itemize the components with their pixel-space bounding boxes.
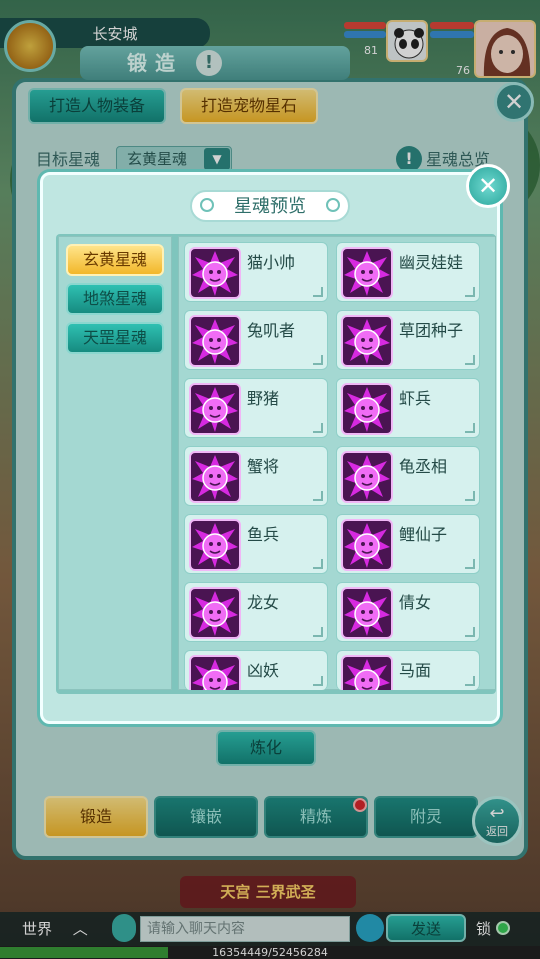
soul-portrait-icon (341, 315, 393, 367)
soul-name: 倩女 (399, 593, 432, 612)
soul-portrait-icon (189, 315, 241, 367)
dialog-close-button[interactable]: ✕ (466, 164, 510, 208)
soul-card[interactable]: 猫小帅 (184, 242, 328, 302)
soul-portrait-icon (341, 655, 393, 690)
soul-card[interactable]: 虾兵 (336, 378, 480, 438)
soul-card[interactable]: 马面 (336, 650, 480, 690)
card-corner-decor (465, 287, 475, 297)
soul-name: 鲤仙子 (399, 525, 448, 544)
card-corner-decor (465, 355, 475, 365)
soul-portrait-icon (341, 587, 393, 639)
soul-card[interactable]: 兔叽者 (184, 310, 328, 370)
card-corner-decor (465, 491, 475, 501)
card-corner-decor (465, 423, 475, 433)
soul-portrait-icon (189, 519, 241, 571)
category-xuanhuang[interactable]: 玄黄星魂 (66, 244, 164, 276)
soul-name: 兔叽者 (247, 321, 296, 340)
soul-name: 凶妖 (247, 661, 280, 680)
soul-name: 龟丞相 (399, 457, 448, 476)
soul-name: 幽灵娃娃 (399, 253, 464, 272)
soul-card[interactable]: 倩女 (336, 582, 480, 642)
soul-card[interactable]: 龟丞相 (336, 446, 480, 506)
card-corner-decor (465, 559, 475, 569)
swirl-icon (200, 198, 214, 212)
soul-card[interactable]: 凶妖 (184, 650, 328, 690)
card-corner-decor (313, 423, 323, 433)
soul-portrait-icon (189, 451, 241, 503)
soul-portrait-icon (189, 655, 241, 690)
card-corner-decor (313, 559, 323, 569)
soul-name: 虾兵 (399, 389, 432, 408)
soul-card[interactable]: 鲤仙子 (336, 514, 480, 574)
soul-card[interactable]: 野猪 (184, 378, 328, 438)
soul-card[interactable]: 蟹将 (184, 446, 328, 506)
category-disha[interactable]: 地煞星魂 (66, 283, 164, 315)
soul-card[interactable]: 龙女 (184, 582, 328, 642)
card-corner-decor (313, 355, 323, 365)
soul-portrait-icon (341, 451, 393, 503)
soul-portrait-icon (341, 383, 393, 435)
soul-card[interactable]: 鱼兵 (184, 514, 328, 574)
card-corner-decor (465, 676, 475, 686)
soul-name: 龙女 (247, 593, 280, 612)
card-corner-decor (313, 287, 323, 297)
soul-name: 草团种子 (399, 321, 464, 340)
soul-card[interactable]: 草团种子 (336, 310, 480, 370)
soul-name: 马面 (399, 661, 432, 680)
soul-portrait-icon (341, 519, 393, 571)
soul-name: 野猪 (247, 389, 280, 408)
soul-portrait-icon (341, 247, 393, 299)
soul-name: 鱼兵 (247, 525, 280, 544)
dialog-title: 星魂预览 (234, 196, 306, 217)
soul-name: 蟹将 (247, 457, 280, 476)
soul-portrait-icon (189, 383, 241, 435)
category-tiangang[interactable]: 天罡星魂 (66, 322, 164, 354)
swirl-icon (326, 198, 340, 212)
soul-portrait-icon (189, 587, 241, 639)
soul-name: 猫小帅 (247, 253, 296, 272)
card-corner-decor (465, 627, 475, 637)
soul-portrait-icon (189, 247, 241, 299)
card-corner-decor (313, 491, 323, 501)
card-corner-decor (313, 676, 323, 686)
card-corner-decor (313, 627, 323, 637)
soul-card[interactable]: 幽灵娃娃 (336, 242, 480, 302)
